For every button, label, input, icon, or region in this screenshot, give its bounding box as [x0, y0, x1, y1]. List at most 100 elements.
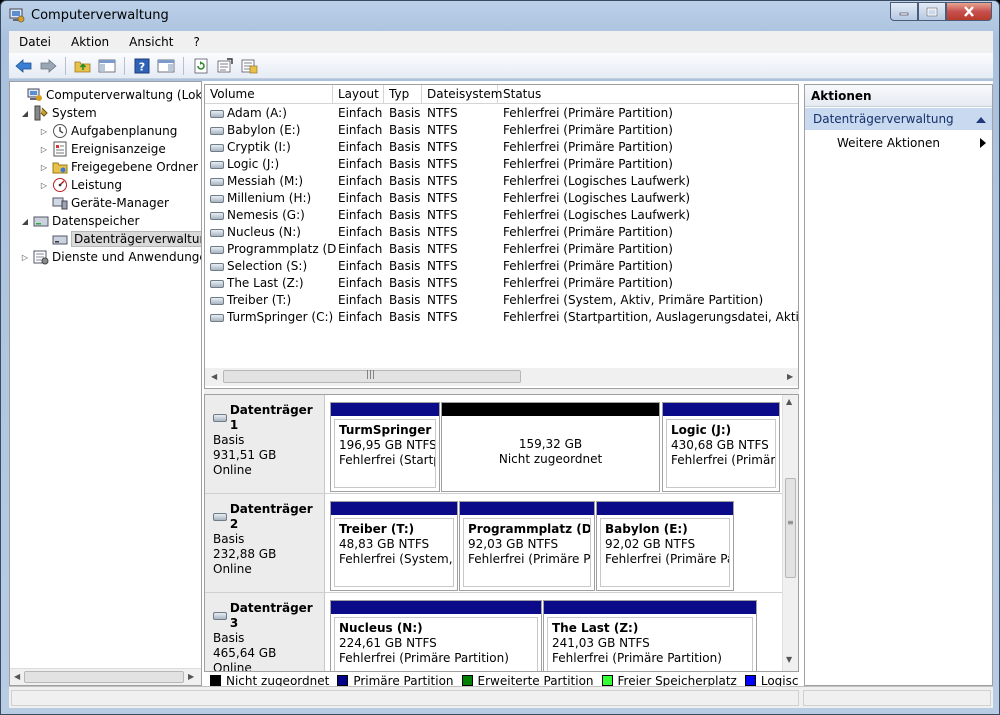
tree-expander[interactable]: ▷ — [39, 145, 49, 154]
tree-item-label: Aufgabenplanung — [71, 124, 178, 138]
tree-item-device-manager[interactable]: Geräte-Manager — [39, 194, 169, 212]
cell-text: Einfach — [338, 259, 383, 273]
table-row[interactable]: Logic (J:) Einfach Basis NTFS Fehlerfrei (Pr… — [205, 156, 798, 173]
table-row[interactable]: Treiber (T:) Einfach Basis NTFS Fehlerfrei (… — [205, 292, 798, 309]
scroll-down-icon[interactable]: ▼ — [786, 655, 792, 664]
disk-label[interactable]: Datenträger 1 Basis 931,51 GB Online — [205, 395, 325, 493]
tree-expander[interactable]: ▷ — [39, 127, 49, 136]
scrollbar-thumb[interactable]: ≡ — [785, 478, 796, 578]
table-row[interactable]: TurmSpringer (C:) Einfach Basis NTFS Fehlerf… — [205, 309, 798, 326]
table-row[interactable]: Millenium (H:) Einfach Basis NTFS Fehlerfrei… — [205, 190, 798, 207]
tree-expander[interactable]: ▷ — [20, 253, 30, 262]
table-row[interactable]: Programmplatz (D:) Einfach Basis NTFS Fehler… — [205, 241, 798, 258]
table-row[interactable]: Nucleus (N:) Einfach Basis NTFS Fehlerfrei (… — [205, 224, 798, 241]
legend-swatch — [337, 675, 349, 686]
drive-icon — [210, 161, 224, 169]
collapse-up-icon[interactable] — [976, 116, 986, 123]
table-row[interactable]: Messiah (M:) Einfach Basis NTFS Fehlerfrei (… — [205, 173, 798, 190]
partition-block[interactable]: Treiber (T:) 48,83 GB NTFS Fehlerfrei (Sys… — [330, 501, 458, 591]
tree-item-task-scheduler[interactable]: ▷ Aufgabenplanung — [39, 122, 177, 140]
unallocated-space[interactable]: 159,32 GB Nicht zugeordnet — [441, 402, 660, 492]
menu-help[interactable]: ? — [183, 35, 209, 49]
table-row[interactable]: Nemesis (G:) Einfach Basis NTFS Fehlerfrei (… — [205, 207, 798, 224]
partition-block[interactable]: TurmSpringer (C196,95 GB NTFSFehlerfrei … — [330, 402, 440, 492]
column-header-type[interactable]: Typ — [384, 85, 422, 104]
partition-status: Fehlerfrei (Primäre Partition) — [339, 651, 509, 665]
computer-management-icon — [27, 87, 43, 103]
column-header-volume[interactable]: Volume — [205, 85, 333, 104]
scrollbar-grip-icon: ≡ — [787, 518, 794, 527]
scrollbar-thumb[interactable]: ||| — [223, 370, 521, 383]
table-row[interactable]: The Last (Z:) Einfach Basis NTFS Fehlerfrei … — [205, 275, 798, 292]
cell-text: NTFS — [427, 140, 458, 154]
scroll-up-icon[interactable]: ▲ — [786, 397, 792, 406]
scroll-right-icon[interactable]: ▶ — [787, 372, 793, 381]
menu-ansicht[interactable]: Ansicht — [119, 35, 183, 49]
disk-label[interactable]: Datenträger 2 Basis 232,88 GB Online — [205, 494, 325, 592]
scroll-left-icon[interactable]: ◀ — [14, 672, 20, 681]
partition-size: 92,03 GB NTFS — [468, 537, 559, 551]
cell-text: Fehlerfrei (Primäre Partition) — [503, 276, 673, 290]
show-hide-action-pane-button[interactable] — [155, 55, 177, 77]
partition-block[interactable]: Programmplatz (D:) 92,03 GB NTFS Fehlerfre… — [459, 501, 595, 591]
forward-button[interactable] — [37, 55, 59, 77]
tree-expander[interactable]: ▷ — [39, 163, 49, 172]
partition-status: Fehlerfrei (Primäre Part — [468, 552, 590, 566]
partition-block[interactable]: The Last (Z:) 241,03 GB NTFS Fehlerfrei (P… — [543, 600, 757, 671]
tree-item-disk-management[interactable]: Datenträgerverwaltung — [39, 230, 201, 248]
cell-text: Treiber (T:) — [227, 293, 292, 307]
cell-text: Einfach — [338, 310, 383, 324]
up-folder-button[interactable] — [72, 55, 94, 77]
cell-text: Einfach — [338, 174, 383, 188]
title-bar[interactable]: Computerverwaltung — [1, 1, 1000, 31]
close-icon — [964, 6, 974, 17]
table-row[interactable]: Adam (A:) Einfach Basis NTFS Fehlerfrei (Pri… — [205, 105, 798, 122]
cell-text: NTFS — [427, 208, 458, 222]
help-button[interactable]: ? — [131, 55, 153, 77]
tree-expander[interactable]: ▷ — [39, 181, 49, 190]
close-button[interactable] — [946, 2, 992, 21]
refresh-button[interactable] — [190, 55, 212, 77]
table-row[interactable]: Cryptik (I:) Einfach Basis NTFS Fehlerfrei (… — [205, 139, 798, 156]
tree-item-performance[interactable]: ▷ Leistung — [39, 176, 122, 194]
minimize-button[interactable] — [890, 2, 918, 21]
tree-item-storage[interactable]: ◢ Datenspeicher — [20, 212, 139, 230]
graph-vertical-scrollbar[interactable]: ▲ ≡ ▼ — [782, 395, 798, 671]
tree-item-event-viewer[interactable]: ▷ Ereignisanzeige — [39, 140, 166, 158]
help-icon: ? — [134, 58, 150, 73]
partition-block[interactable]: Babylon (E:) 92,02 GB NTFS Fehlerfrei (Pri… — [596, 501, 734, 591]
action-more-actions[interactable]: Weitere Aktionen — [805, 132, 992, 154]
maximize-button[interactable] — [918, 2, 946, 21]
partition-block[interactable]: Logic (J:) 430,68 GB NTFS Fehlerfrei (Prim… — [662, 402, 780, 492]
menu-datei[interactable]: Datei — [9, 35, 61, 49]
menu-aktion[interactable]: Aktion — [61, 35, 119, 49]
tree-item-system[interactable]: ◢ System — [20, 104, 97, 122]
volume-list-horizontal-scrollbar[interactable]: ◀ ||| ▶ — [205, 368, 798, 386]
column-header-status[interactable]: Status — [498, 85, 798, 104]
tree-item-services-applications[interactable]: ▷ Dienste und Anwendungen — [20, 248, 201, 266]
scroll-left-icon[interactable]: ◀ — [211, 372, 217, 381]
type-cell: Basis — [389, 275, 426, 292]
volume-cell: Messiah (M:) — [210, 173, 336, 190]
tree-item-computer-management[interactable]: Computerverwaltung (Lokal) — [14, 86, 201, 104]
back-button[interactable] — [13, 55, 35, 77]
volume-cell: Adam (A:) — [210, 105, 336, 122]
actions-section-disk-management[interactable]: Datenträgerverwaltung — [805, 108, 992, 130]
partition-block[interactable]: Nucleus (N:) 224,61 GB NTFS Fehlerfrei (Pr… — [330, 600, 542, 671]
column-header-layout[interactable]: Layout — [333, 85, 384, 104]
scroll-right-icon[interactable]: ▶ — [188, 672, 194, 681]
tree-expander[interactable]: ◢ — [20, 217, 30, 226]
tree-expander[interactable]: ◢ — [20, 109, 30, 118]
export-button[interactable] — [238, 55, 260, 77]
disk-label[interactable]: Datenträger 3 Basis 465,64 GB Online — [205, 593, 325, 671]
tree-horizontal-scrollbar[interactable]: ◀ ▶ — [10, 668, 201, 685]
scrollbar-thumb[interactable] — [24, 671, 184, 683]
tree-item-shared-folders[interactable]: ▷ Freigegebene Ordner — [39, 158, 198, 176]
show-hide-tree-button[interactable] — [96, 55, 118, 77]
table-row[interactable]: Selection (S:) Einfach Basis NTFS Fehlerfrei… — [205, 258, 798, 275]
column-header-filesystem[interactable]: Dateisystem — [422, 85, 502, 104]
table-row[interactable]: Babylon (E:) Einfach Basis NTFS Fehlerfrei (… — [205, 122, 798, 139]
disk-size: 232,88 GB — [213, 547, 277, 561]
properties-button[interactable] — [214, 55, 236, 77]
cell-text: NTFS — [427, 276, 458, 290]
